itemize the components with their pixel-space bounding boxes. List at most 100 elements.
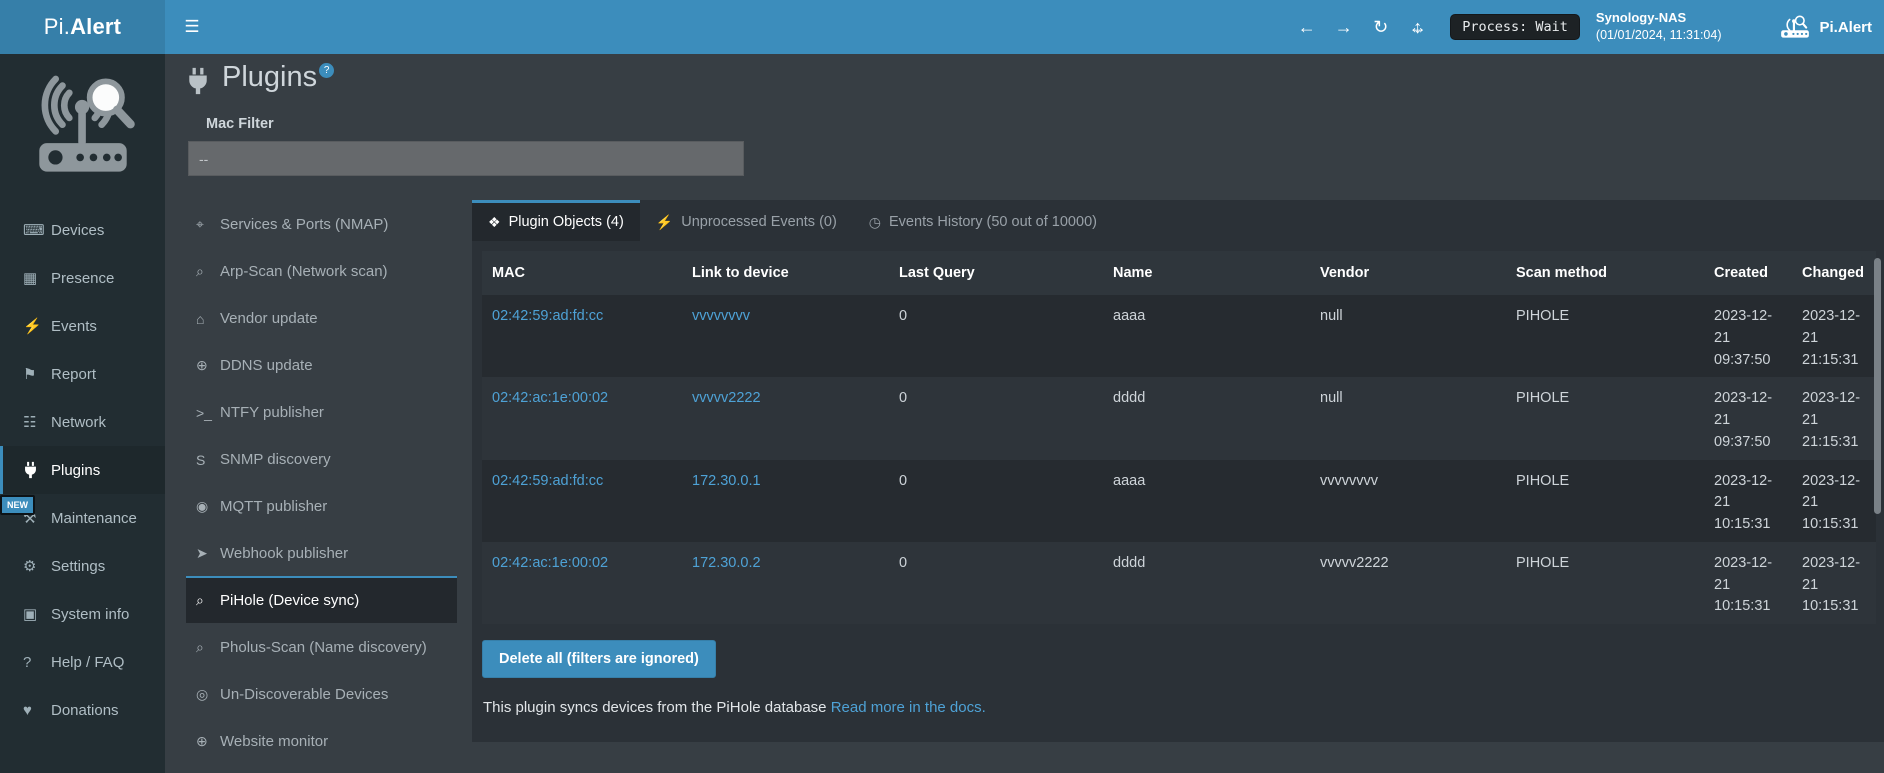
cell-vendor: null <box>1310 377 1506 459</box>
cell-created: 2023-12-21 10:15:31 <box>1704 542 1792 624</box>
tab-label: Unprocessed Events (0) <box>681 214 837 230</box>
tab-plugin-objects-4[interactable]: ❖Plugin Objects (4) <box>472 200 640 241</box>
plugin-nav-item-arp-scan-network-scan[interactable]: ⌕Arp-Scan (Network scan) <box>186 247 457 294</box>
tab-label: Plugin Objects (4) <box>509 214 624 230</box>
cell-vendor: null <box>1310 295 1506 377</box>
host-name: Synology-NAS <box>1596 9 1722 27</box>
column-header-scan-method: Scan method <box>1506 251 1704 295</box>
read-more-link[interactable]: Read more in the docs. <box>831 699 986 716</box>
sidebar-item-label: System info <box>51 606 129 623</box>
tab-unprocessed-events-0[interactable]: ⚡Unprocessed Events (0) <box>640 200 853 241</box>
plugin-nav-item-ntfy-publisher[interactable]: >_NTFY publisher <box>186 388 457 435</box>
cell-link-to-device: 172.30.0.1 <box>682 460 889 542</box>
help-badge[interactable]: ? <box>319 63 334 78</box>
column-header-vendor: Vendor <box>1310 251 1506 295</box>
brand-alert: Alert <box>70 14 121 40</box>
fullscreen-button[interactable]: ↔ ↕ <box>1399 14 1436 40</box>
app-logo: Pi.Alert <box>1779 14 1872 40</box>
column-header-name: Name <box>1103 251 1310 295</box>
plugin-nav-label: Website monitor <box>220 733 328 750</box>
sitemap-icon: ☷ <box>23 413 51 431</box>
search-icon: ⌕ <box>196 639 220 656</box>
plugin-nav-item-un-discoverable-devices[interactable]: ◎Un-Discoverable Devices <box>186 670 457 717</box>
clock-icon: ◷ <box>869 214 881 231</box>
plugin-description-text: This plugin syncs devices from the PiHol… <box>483 699 827 716</box>
refresh-icon: ↻ <box>1373 17 1388 37</box>
brand-logo[interactable]: Pi.Alert <box>0 0 165 54</box>
plugin-panel: ❖Plugin Objects (4)⚡Unprocessed Events (… <box>472 200 1884 742</box>
mac-link[interactable]: 02:42:ac:1e:00:02 <box>492 555 608 571</box>
plugin-nav-item-webhook-publisher[interactable]: ➤Webhook publisher <box>186 529 457 576</box>
cell-last-query: 0 <box>889 295 1103 377</box>
main-content: Plugins ? Mac Filter ⌖Services & Ports (… <box>165 54 1884 773</box>
device-link[interactable]: vvvvv2222 <box>692 390 761 406</box>
refresh-button[interactable]: ↻ <box>1362 17 1399 38</box>
plugin-nav-item-snmp-discovery[interactable]: SSNMP discovery <box>186 435 457 482</box>
snmp-icon: S <box>196 452 220 468</box>
plugin-nav-item-website-monitor[interactable]: ⊕Website monitor <box>186 717 457 764</box>
plugin-nav-item-pihole-device-sync[interactable]: ⌕PiHole (Device sync) <box>186 576 457 623</box>
sidebar-item-system-info[interactable]: ▣System info <box>0 590 165 638</box>
device-link[interactable]: 172.30.0.1 <box>692 473 761 489</box>
plugin-nav-label: Vendor update <box>220 310 318 327</box>
plugin-nav-item-ddns-update[interactable]: ⊕DDNS update <box>186 341 457 388</box>
sidebar-item-donations[interactable]: ♥Donations <box>0 686 165 734</box>
new-badge: NEW <box>0 495 35 515</box>
mac-link[interactable]: 02:42:ac:1e:00:02 <box>492 390 608 406</box>
cell-scan-method: PIHOLE <box>1506 377 1704 459</box>
page-title: Plugins <box>222 62 317 94</box>
sidebar-item-settings[interactable]: ⚙Settings <box>0 542 165 590</box>
table-head: MACLink to deviceLast QueryNameVendorSca… <box>482 251 1876 295</box>
sidebar-item-events[interactable]: ⚡Events <box>0 302 165 350</box>
sidebar-item-label: Network <box>51 414 106 431</box>
forward-button[interactable]: → <box>1325 17 1362 38</box>
plugin-nav-label: Webhook publisher <box>220 545 348 562</box>
sidebar-item-presence[interactable]: ▦Presence <box>0 254 165 302</box>
page-header: Plugins ? <box>186 62 1884 101</box>
device-link[interactable]: vvvvvvvv <box>692 308 750 324</box>
cell-mac: 02:42:ac:1e:00:02 <box>482 542 682 624</box>
cell-scan-method: PIHOLE <box>1506 542 1704 624</box>
column-header-last-query: Last Query <box>889 251 1103 295</box>
sidebar-item-label: Settings <box>51 558 105 575</box>
sidebar-item-label: Maintenance <box>51 510 137 527</box>
mac-filter-input[interactable] <box>188 141 744 176</box>
mac-filter-label: Mac Filter <box>206 116 1884 132</box>
cell-last-query: 0 <box>889 460 1103 542</box>
device-link[interactable]: 172.30.0.2 <box>692 555 761 571</box>
plugin-nav-label: Un-Discoverable Devices <box>220 686 388 703</box>
sidebar-item-devices[interactable]: ⌨Devices <box>0 206 165 254</box>
sidebar-logo <box>0 54 165 188</box>
plugin-nav-label: Pholus-Scan (Name discovery) <box>220 639 427 656</box>
plugin-nav-item-services-ports-nmap[interactable]: ⌖Services & Ports (NMAP) <box>186 200 457 247</box>
mac-link[interactable]: 02:42:59:ad:fd:cc <box>492 473 603 489</box>
scrollbar-thumb[interactable] <box>1874 258 1881 514</box>
column-header-mac: MAC <box>482 251 682 295</box>
heart-icon: ♥ <box>23 702 51 719</box>
sidebar-item-plugins[interactable]: Plugins <box>0 446 165 494</box>
cell-mac: 02:42:59:ad:fd:cc <box>482 295 682 377</box>
back-button[interactable]: ← <box>1288 17 1325 38</box>
host-info: Synology-NAS (01/01/2024, 11:31:04) <box>1596 9 1722 45</box>
tab-bar: ❖Plugin Objects (4)⚡Unprocessed Events (… <box>472 200 1884 241</box>
tab-events-history-50-out-of-10000[interactable]: ◷Events History (50 out of 10000) <box>853 200 1113 241</box>
calendar-icon: ▦ <box>23 269 51 287</box>
plugin-nav-item-mqtt-publisher[interactable]: ◉MQTT publisher <box>186 482 457 529</box>
sidebar-item-label: Devices <box>51 222 104 239</box>
cell-link-to-device: vvvvv2222 <box>682 377 889 459</box>
topbar: Pi.Alert ☰ ← → ↻ ↔ ↕ Process: Wait Synol… <box>0 0 1884 54</box>
plug-icon <box>23 461 51 479</box>
sidebar-item-help-faq[interactable]: ?Help / FAQ <box>0 638 165 686</box>
plugin-nav-label: MQTT publisher <box>220 498 327 515</box>
topbar-right: ← → ↻ ↔ ↕ Process: Wait Synology-NAS (01… <box>1288 0 1884 54</box>
binoculars-icon: ◎ <box>196 686 220 703</box>
sidebar-toggle-button[interactable]: ☰ <box>165 0 219 54</box>
plugin-nav-item-pholus-scan-name-discovery[interactable]: ⌕Pholus-Scan (Name discovery) <box>186 623 457 670</box>
sidebar-item-report[interactable]: ⚑Report <box>0 350 165 398</box>
plugin-nav-item-vendor-update[interactable]: ⌂Vendor update <box>186 294 457 341</box>
delete-all-button[interactable]: Delete all (filters are ignored) <box>482 640 716 678</box>
arrow-left-icon: ← <box>1298 17 1316 37</box>
mac-link[interactable]: 02:42:59:ad:fd:cc <box>492 308 603 324</box>
sidebar-item-network[interactable]: ☷Network <box>0 398 165 446</box>
table-row: 02:42:59:ad:fd:cc172.30.0.10aaaavvvvvvvv… <box>482 460 1876 542</box>
